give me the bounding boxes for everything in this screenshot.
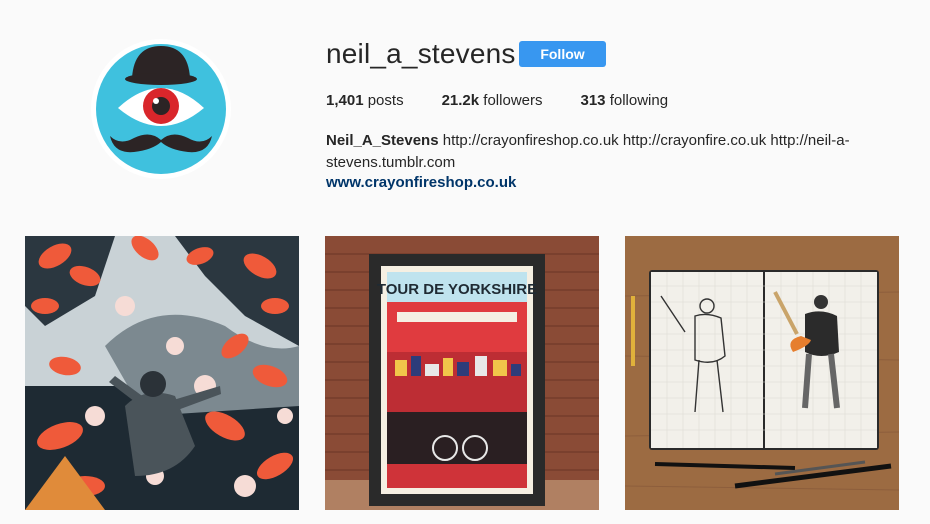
profile-full-name: Neil_A_Stevens bbox=[326, 132, 439, 149]
post-thumbnail[interactable] bbox=[25, 236, 299, 510]
sketchbook-baseball-players-icon bbox=[625, 236, 899, 510]
profile-bio: Neil_A_Stevens http://crayonfireshop.co.… bbox=[326, 130, 886, 174]
tour-de-yorkshire-poster-icon: TOUR DE YORKSHIRE bbox=[325, 236, 599, 510]
followers-count[interactable]: 21.2k followers bbox=[442, 92, 543, 109]
man-among-flowers-illustration-icon bbox=[25, 236, 299, 510]
posts-grid: TOUR DE YORKSHIRE bbox=[25, 236, 899, 510]
post-thumbnail[interactable] bbox=[625, 236, 899, 510]
post-thumbnail[interactable]: TOUR DE YORKSHIRE bbox=[325, 236, 599, 510]
profile-stats: 1,401 posts 21.2k followers 313 followin… bbox=[326, 92, 668, 109]
profile-username: neil_a_stevens bbox=[326, 38, 516, 69]
profile-website-link[interactable]: www.crayonfireshop.co.uk bbox=[326, 174, 516, 191]
profile-avatar[interactable] bbox=[90, 38, 232, 180]
bowler-hat-eye-mustache-icon bbox=[91, 39, 231, 179]
following-count[interactable]: 313 following bbox=[580, 92, 668, 109]
posts-count: 1,401 posts bbox=[326, 92, 404, 109]
poster-title: TOUR DE YORKSHIRE bbox=[377, 281, 537, 298]
follow-button[interactable]: Follow bbox=[519, 41, 606, 67]
